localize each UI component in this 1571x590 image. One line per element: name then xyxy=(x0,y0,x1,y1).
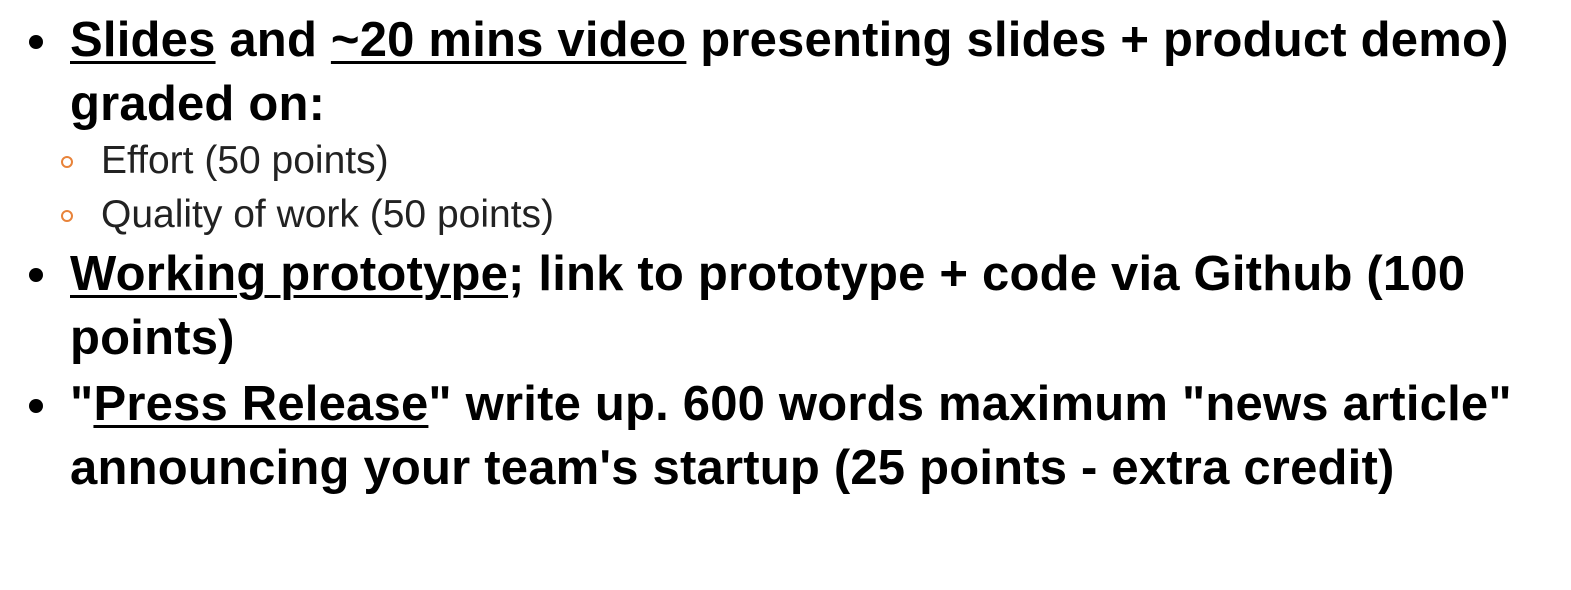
bullet-dot-icon xyxy=(29,268,43,282)
sub-item-effort: Effort (50 points) xyxy=(0,135,1000,187)
video-link-text: ~20 mins video xyxy=(330,13,687,67)
bullet-press-release-text: "Press Release" write up. 600 words maxi… xyxy=(70,372,1550,500)
prototype-link-text: Working prototype xyxy=(70,247,509,301)
sub-item-quality: Quality of work (50 points) xyxy=(0,189,1000,241)
bullet-slides-text: Slides and ~20 mins video presenting sli… xyxy=(70,8,1550,136)
bullet-dot-icon xyxy=(29,399,43,413)
sub-item-label: Effort (50 points) xyxy=(101,139,389,182)
slides-link-text: Slides xyxy=(70,13,216,67)
sub-bullet-ring-icon xyxy=(61,156,73,168)
slide: Slides and ~20 mins video presenting sli… xyxy=(0,0,1571,590)
bullet-prototype-text: Working prototype; link to prototype + c… xyxy=(70,242,1550,370)
sub-item-label: Quality of work (50 points) xyxy=(101,193,555,236)
sub-bullet-ring-icon xyxy=(61,210,73,222)
bullet-dot-icon xyxy=(29,35,43,49)
press-release-link-text: Press Release xyxy=(93,377,429,431)
text-fragment: and xyxy=(215,13,331,67)
text-fragment: " xyxy=(70,377,94,431)
